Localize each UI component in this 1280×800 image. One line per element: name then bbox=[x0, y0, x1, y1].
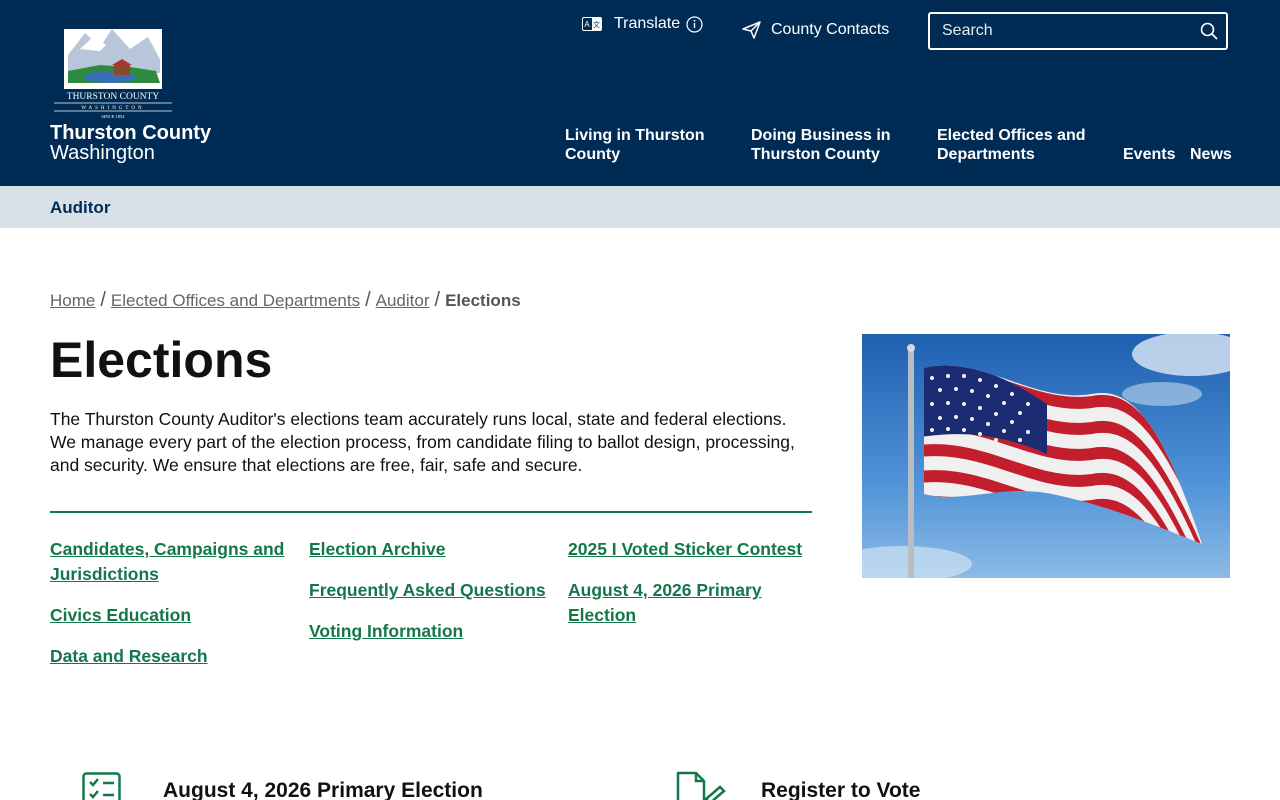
nav-elected-offices[interactable]: Elected Offices and Departments bbox=[937, 126, 1107, 164]
link-civics-education[interactable]: Civics Education bbox=[50, 603, 300, 628]
quick-links-column-1: Candidates, Campaigns and Jurisdictions … bbox=[50, 537, 300, 685]
svg-text:文: 文 bbox=[593, 20, 600, 29]
link-data-and-research[interactable]: Data and Research bbox=[50, 644, 300, 669]
nav-news[interactable]: News bbox=[1190, 145, 1232, 164]
intro-paragraph: The Thurston County Auditor's elections … bbox=[50, 409, 795, 475]
nav-doing-business[interactable]: Doing Business in Thurston County bbox=[751, 126, 911, 164]
breadcrumb-home[interactable]: Home bbox=[50, 291, 95, 311]
link-voting-information[interactable]: Voting Information bbox=[309, 619, 564, 644]
link-candidates-campaigns[interactable]: Candidates, Campaigns and Jurisdictions bbox=[50, 537, 300, 587]
breadcrumb-auditor[interactable]: Auditor bbox=[376, 291, 430, 311]
breadcrumb-elected-offices[interactable]: Elected Offices and Departments bbox=[111, 291, 360, 311]
ballot-list-icon bbox=[82, 772, 121, 800]
county-contacts-link[interactable]: County Contacts bbox=[742, 20, 889, 40]
section-divider bbox=[50, 511, 812, 513]
info-icon bbox=[686, 15, 703, 33]
card-primary-election-title[interactable]: August 4, 2026 Primary Election bbox=[163, 779, 483, 800]
quick-links-column-3: 2025 I Voted Sticker Contest August 4, 2… bbox=[568, 537, 808, 644]
site-header: THURSTON COUNTY WASHINGTON SINCE 1852 Th… bbox=[0, 0, 1280, 186]
card-register-to-vote-title[interactable]: Register to Vote bbox=[761, 779, 920, 800]
american-flag-image bbox=[862, 334, 1230, 578]
flag-illustration bbox=[862, 334, 1230, 578]
document-pen-icon bbox=[676, 771, 726, 800]
breadcrumb-separator: / bbox=[365, 289, 371, 311]
svg-text:SINCE 1852: SINCE 1852 bbox=[101, 114, 124, 119]
search-input[interactable] bbox=[930, 14, 1180, 48]
nav-events[interactable]: Events bbox=[1123, 145, 1175, 164]
site-title: Thurston County bbox=[50, 122, 212, 144]
breadcrumb-separator: / bbox=[434, 289, 441, 311]
breadcrumb-separator: / bbox=[100, 289, 106, 311]
translate-link[interactable]: A 文 Translate bbox=[582, 14, 703, 34]
svg-text:WASHINGTON: WASHINGTON bbox=[81, 106, 144, 111]
search-icon[interactable] bbox=[1200, 22, 1218, 40]
county-seal-logo: THURSTON COUNTY WASHINGTON SINCE 1852 bbox=[54, 29, 172, 119]
translate-label: Translate bbox=[614, 15, 681, 32]
page-title: Elections bbox=[50, 332, 273, 388]
county-contacts-label: County Contacts bbox=[771, 21, 890, 38]
site-subtitle: Washington bbox=[50, 142, 155, 164]
translate-icon: A 文 bbox=[582, 17, 602, 31]
breadcrumb-current: Elections bbox=[445, 290, 521, 310]
svg-text:A: A bbox=[584, 20, 590, 29]
department-title-link[interactable]: Auditor bbox=[50, 198, 110, 218]
search-box bbox=[928, 12, 1228, 50]
quick-links-column-2: Election Archive Frequently Asked Questi… bbox=[309, 537, 564, 660]
svg-text:THURSTON COUNTY: THURSTON COUNTY bbox=[67, 92, 160, 102]
paper-plane-icon bbox=[742, 21, 761, 39]
link-election-archive[interactable]: Election Archive bbox=[309, 537, 564, 562]
department-bar: Auditor bbox=[0, 186, 1280, 228]
link-faq[interactable]: Frequently Asked Questions bbox=[309, 578, 564, 603]
nav-living-in-thurston-county[interactable]: Living in Thurston County bbox=[565, 126, 725, 164]
link-sticker-contest[interactable]: 2025 I Voted Sticker Contest bbox=[568, 537, 808, 562]
breadcrumb: Home / Elected Offices and Departments /… bbox=[50, 289, 521, 312]
link-primary-election[interactable]: August 4, 2026 Primary Election bbox=[568, 578, 808, 628]
